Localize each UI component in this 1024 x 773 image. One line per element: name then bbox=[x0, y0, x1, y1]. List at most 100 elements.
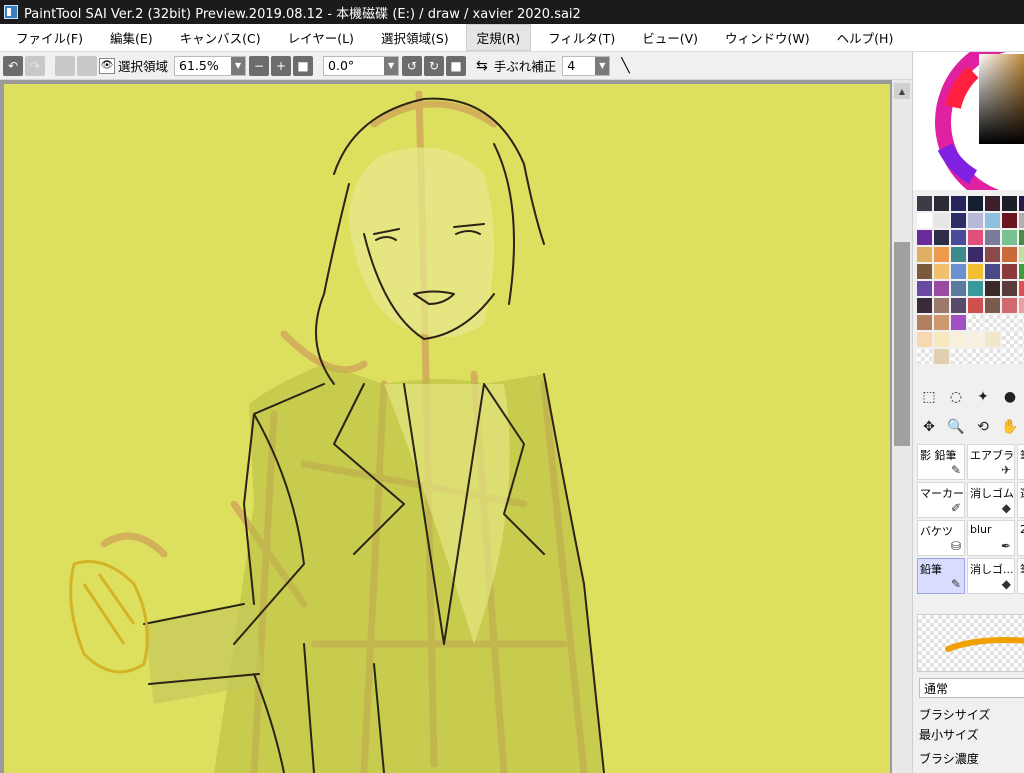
shape-icon[interactable]: ● bbox=[998, 384, 1022, 410]
flip-icon[interactable]: ⇆ bbox=[476, 58, 488, 74]
color-swatch[interactable] bbox=[934, 315, 949, 330]
color-swatch[interactable] bbox=[968, 349, 983, 364]
stabilizer-select[interactable]: 4 ▼ bbox=[562, 55, 611, 76]
color-swatch[interactable] bbox=[1019, 315, 1024, 330]
deselect-button[interactable] bbox=[55, 55, 75, 76]
lasso-icon[interactable]: ◌ bbox=[944, 384, 968, 410]
rotate-ccw-button[interactable]: ↺ bbox=[402, 55, 423, 76]
brush-slot-pencil[interactable]: 鉛筆 ✎ bbox=[917, 558, 965, 594]
color-swatch[interactable] bbox=[951, 298, 966, 313]
vertical-scrollbar[interactable]: ▲ bbox=[892, 80, 912, 773]
color-swatch[interactable] bbox=[1019, 213, 1024, 228]
color-swatch[interactable] bbox=[934, 298, 949, 313]
color-swatch[interactable] bbox=[934, 247, 949, 262]
color-swatch[interactable] bbox=[917, 213, 932, 228]
color-swatch[interactable] bbox=[934, 264, 949, 279]
blend-mode-select[interactable]: 通常 bbox=[919, 678, 1024, 698]
scroll-up-icon[interactable]: ▲ bbox=[894, 83, 910, 99]
color-swatch[interactable] bbox=[1019, 247, 1024, 262]
color-swatch[interactable] bbox=[917, 298, 932, 313]
color-swatch[interactable] bbox=[985, 332, 1000, 347]
rotate-icon[interactable]: ⟲ bbox=[971, 414, 995, 440]
color-swatch[interactable] bbox=[1002, 298, 1017, 313]
magic-wand-icon[interactable]: ✦ bbox=[971, 384, 995, 410]
scroll-thumb[interactable] bbox=[894, 242, 910, 446]
menu-window[interactable]: ウィンドウ(W) bbox=[715, 25, 820, 50]
color-swatch[interactable] bbox=[1019, 196, 1024, 211]
color-swatch[interactable] bbox=[951, 196, 966, 211]
zoom-icon[interactable]: 🔍 bbox=[944, 414, 968, 440]
undo-button[interactable]: ↶ bbox=[3, 55, 23, 76]
color-swatch[interactable] bbox=[951, 332, 966, 347]
rotate-cw-button[interactable]: ↻ bbox=[424, 55, 445, 76]
brush-slot-marker[interactable]: マーカー ✐ bbox=[917, 482, 965, 518]
color-swatch[interactable] bbox=[968, 196, 983, 211]
drawing-canvas[interactable] bbox=[4, 84, 890, 773]
color-swatch[interactable] bbox=[985, 281, 1000, 296]
color-swatch[interactable] bbox=[934, 230, 949, 245]
color-swatch[interactable] bbox=[917, 315, 932, 330]
menu-file[interactable]: ファイル(F) bbox=[6, 25, 93, 50]
color-swatch[interactable] bbox=[1002, 230, 1017, 245]
color-swatch[interactable] bbox=[1002, 196, 1017, 211]
color-swatch[interactable] bbox=[968, 315, 983, 330]
menu-ruler[interactable]: 定規(R) bbox=[465, 24, 532, 51]
color-swatch[interactable] bbox=[968, 298, 983, 313]
color-swatch[interactable] bbox=[934, 196, 949, 211]
brush-slot-shadow-pencil[interactable]: 影 鉛筆 ✎ bbox=[917, 444, 965, 480]
color-swatch[interactable] bbox=[934, 213, 949, 228]
color-swatch[interactable] bbox=[917, 349, 932, 364]
brush-slot-select[interactable]: 選 bbox=[1017, 482, 1024, 518]
brush-slot-bucket[interactable]: バケツ ⛁ bbox=[917, 520, 965, 556]
color-swatch[interactable] bbox=[951, 264, 966, 279]
color-swatch[interactable] bbox=[951, 315, 966, 330]
brush-slot-airbrush[interactable]: エアブラシ✈ bbox=[967, 444, 1015, 480]
color-swatch[interactable] bbox=[985, 196, 1000, 211]
color-swatch[interactable] bbox=[985, 264, 1000, 279]
color-swatch[interactable] bbox=[968, 281, 983, 296]
color-swatch[interactable] bbox=[968, 264, 983, 279]
zoom-reset-button[interactable]: ■ bbox=[293, 55, 314, 76]
rotation-select[interactable]: 0.0° ▼ bbox=[323, 55, 400, 76]
color-swatch[interactable] bbox=[985, 247, 1000, 262]
brush-slot-brush[interactable]: 筆 bbox=[1017, 444, 1024, 480]
color-swatch[interactable] bbox=[917, 281, 932, 296]
color-swatch[interactable] bbox=[968, 247, 983, 262]
color-swatch[interactable] bbox=[917, 332, 932, 347]
color-swatch[interactable] bbox=[917, 264, 932, 279]
line-tool-icon[interactable]: ╲ bbox=[621, 58, 629, 74]
color-swatch[interactable] bbox=[951, 281, 966, 296]
menu-layer[interactable]: レイヤー(L) bbox=[278, 25, 364, 50]
brush-slot-eraser[interactable]: 消しゴム ◆ bbox=[967, 482, 1015, 518]
color-swatch[interactable] bbox=[985, 213, 1000, 228]
color-swatch[interactable] bbox=[985, 349, 1000, 364]
color-swatch[interactable] bbox=[1019, 332, 1024, 347]
brush-slot-eraser-2[interactable]: 消しゴ... ◆ bbox=[967, 558, 1015, 594]
selection-visibility-toggle[interactable]: 👁 bbox=[99, 57, 115, 74]
color-swatch[interactable] bbox=[1002, 349, 1017, 364]
color-swatch[interactable] bbox=[968, 332, 983, 347]
color-swatch[interactable] bbox=[1002, 315, 1017, 330]
color-swatch[interactable] bbox=[951, 230, 966, 245]
color-swatch[interactable] bbox=[1002, 281, 1017, 296]
color-swatch[interactable] bbox=[917, 247, 932, 262]
color-wheel[interactable] bbox=[913, 52, 1024, 190]
color-swatch[interactable] bbox=[934, 349, 949, 364]
color-swatch[interactable] bbox=[917, 196, 932, 211]
menu-help[interactable]: ヘルプ(H) bbox=[827, 25, 904, 50]
brush-slot-blur[interactable]: blur ✒ bbox=[967, 520, 1015, 556]
color-swatch[interactable] bbox=[1019, 264, 1024, 279]
color-swatch[interactable] bbox=[934, 332, 949, 347]
zoom-out-button[interactable]: − bbox=[249, 55, 270, 76]
color-swatch[interactable] bbox=[1002, 264, 1017, 279]
menu-canvas[interactable]: キャンバス(C) bbox=[170, 25, 271, 50]
color-swatch[interactable] bbox=[951, 213, 966, 228]
color-swatch[interactable] bbox=[917, 230, 932, 245]
color-swatch[interactable] bbox=[1019, 298, 1024, 313]
move-icon[interactable]: ✥ bbox=[917, 414, 941, 440]
color-swatch[interactable] bbox=[934, 281, 949, 296]
color-swatch[interactable] bbox=[1019, 230, 1024, 245]
color-swatch[interactable] bbox=[1002, 213, 1017, 228]
color-swatch[interactable] bbox=[985, 230, 1000, 245]
brush-slot-2[interactable]: 2 bbox=[1017, 520, 1024, 556]
